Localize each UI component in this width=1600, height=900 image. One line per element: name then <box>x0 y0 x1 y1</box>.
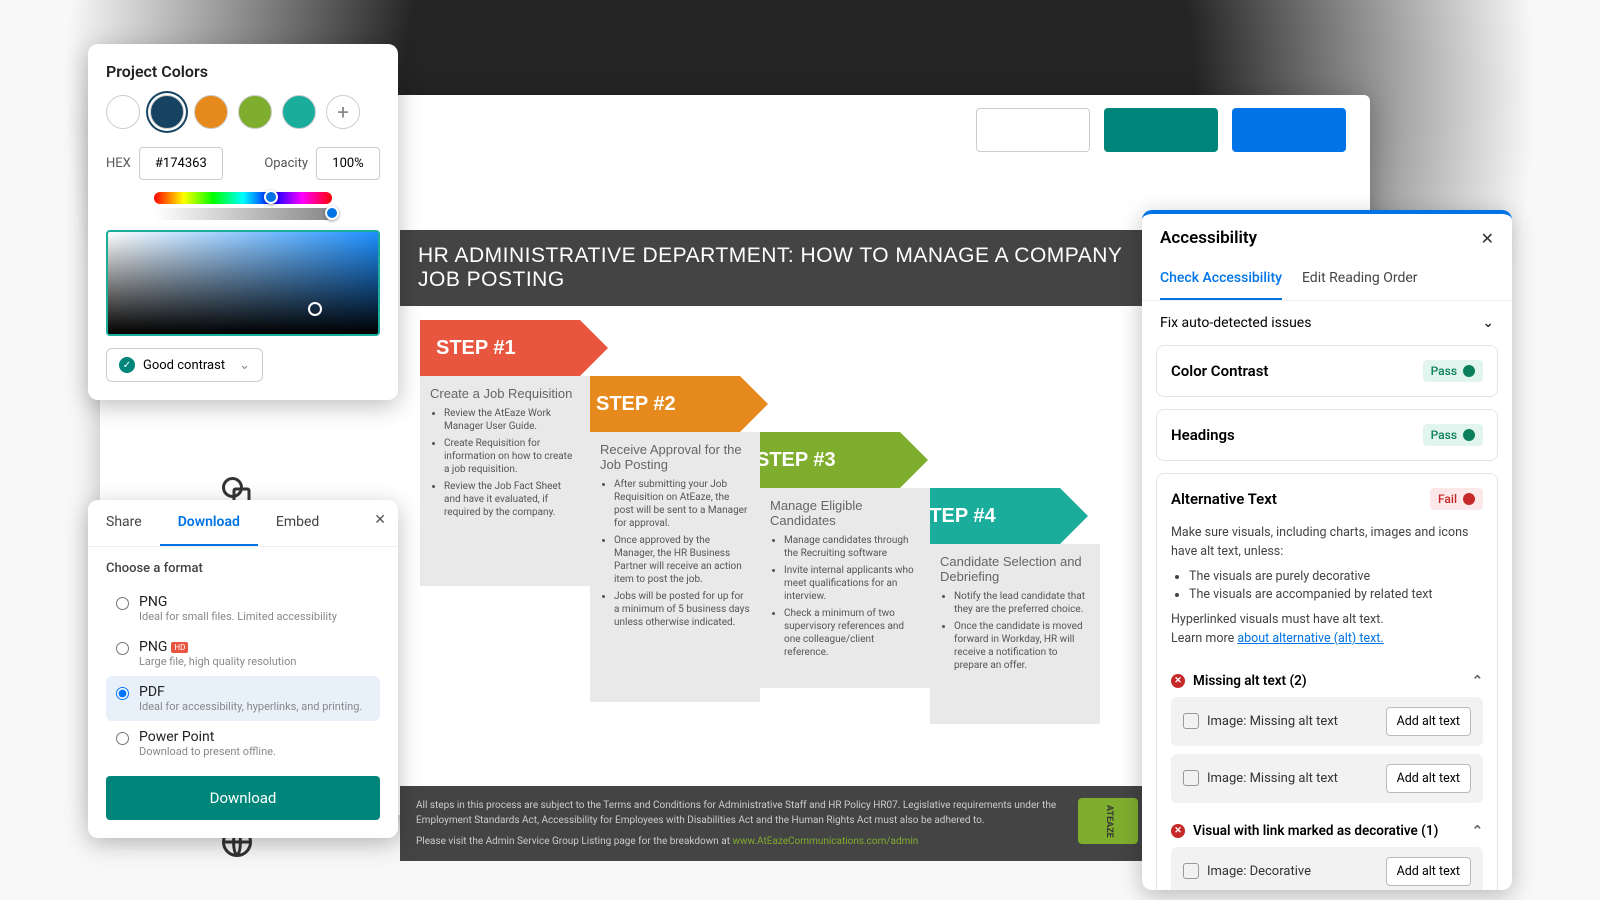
download-tabs: Share Download Embed ✕ <box>88 500 398 547</box>
issue-group: ✕Missing alt text (2)⌃ Image: Missing alt… <box>1157 663 1497 813</box>
swatch-green[interactable] <box>238 95 272 129</box>
toolbar-button-teal[interactable] <box>1104 108 1218 152</box>
issue-group: ✕Visual with link marked as decorative (… <box>1157 813 1497 891</box>
swatch-teal[interactable] <box>282 95 316 129</box>
chevron-up-icon: ⌃ <box>1472 673 1483 689</box>
image-icon <box>1183 863 1199 879</box>
step-col-2: Receive Approval for the Job Posting Aft… <box>590 432 760 702</box>
toolbar-button-outline[interactable] <box>976 108 1090 152</box>
add-alt-text-button[interactable]: Add alt text <box>1386 707 1471 736</box>
tab-share[interactable]: Share <box>88 500 160 546</box>
toolbar-button-blue[interactable] <box>1232 108 1346 152</box>
swatch-white[interactable] <box>106 95 140 129</box>
step-col-1: Create a Job Requisition Review the AtEa… <box>420 376 590 586</box>
swatch-orange[interactable] <box>194 95 228 129</box>
error-icon: ✕ <box>1171 674 1185 688</box>
a11y-title: Accessibility <box>1160 228 1257 248</box>
chevron-down-icon: ⌄ <box>1482 315 1494 331</box>
add-alt-text-button[interactable]: Add alt text <box>1386 764 1471 793</box>
tab-download[interactable]: Download <box>160 500 258 546</box>
tab-check-accessibility[interactable]: Check Accessibility <box>1160 262 1282 300</box>
swatch-navy[interactable] <box>150 95 184 129</box>
step-arrow-3: STEP #3 <box>740 432 900 488</box>
hex-input[interactable] <box>139 147 223 180</box>
saturation-box[interactable] <box>106 230 380 336</box>
image-icon <box>1183 713 1199 729</box>
ateaze-logo: ATEAZE <box>1078 798 1138 844</box>
colors-title: Project Colors <box>106 62 380 81</box>
download-panel: Share Download Embed ✕ Choose a format P… <box>88 500 398 838</box>
issue-row: Image: DecorativeAdd alt text <box>1171 847 1483 891</box>
accessibility-panel: Accessibility ✕ Check Accessibility Edit… <box>1142 210 1512 890</box>
tab-embed[interactable]: Embed <box>258 500 337 546</box>
infographic-title: HR ADMINISTRATIVE DEPARTMENT: HOW TO MAN… <box>400 230 1150 306</box>
step-row: STEP #1 STEP #2 STEP #3 STEP #4 Create a… <box>400 320 1150 780</box>
step-arrow-1: STEP #1 <box>420 320 580 376</box>
fail-badge: Fail <box>1430 488 1483 510</box>
learn-more-link[interactable]: about alternative (alt) text. <box>1237 631 1383 646</box>
format-option-pdf[interactable]: PDFIdeal for accessibility, hyperlinks, … <box>106 676 380 721</box>
opacity-slider[interactable] <box>154 208 332 220</box>
hue-slider[interactable] <box>154 192 332 204</box>
hex-label: HEX <box>106 156 131 171</box>
alt-text-group: Alternative Text Fail Make sure visuals,… <box>1156 473 1498 890</box>
contrast-chip[interactable]: ✓ Good contrast ⌄ <box>106 348 263 382</box>
format-option-png[interactable]: PNGIdeal for small files. Limited access… <box>106 586 380 631</box>
issue-header[interactable]: ✕Missing alt text (2)⌃ <box>1171 673 1483 689</box>
tab-edit-reading-order[interactable]: Edit Reading Order <box>1302 262 1418 300</box>
swatch-add[interactable]: + <box>326 95 360 129</box>
issue-header[interactable]: ✕Visual with link marked as decorative (… <box>1171 823 1483 839</box>
pass-badge: Pass <box>1423 360 1483 382</box>
infographic-footer: All steps in this process are subject to… <box>400 786 1150 861</box>
issue-row: Image: Missing alt textAdd alt text <box>1171 754 1483 803</box>
format-option-png-hd[interactable]: PNGHDLarge file, high quality resolution <box>106 631 380 676</box>
choose-format-label: Choose a format <box>106 561 380 576</box>
chevron-up-icon: ⌃ <box>1472 823 1483 839</box>
color-contrast-group[interactable]: Color Contrast Pass <box>1156 345 1498 397</box>
add-alt-text-button[interactable]: Add alt text <box>1386 857 1471 886</box>
opacity-label: Opacity <box>264 156 308 171</box>
pass-badge: Pass <box>1423 424 1483 446</box>
step-arrow-2: STEP #2 <box>580 376 740 432</box>
image-icon <box>1183 770 1199 786</box>
swatch-row: + <box>106 95 380 129</box>
fix-issues-row[interactable]: Fix auto-detected issues ⌄ <box>1142 301 1512 345</box>
step-col-3: Manage Eligible Candidates Manage candid… <box>760 488 930 688</box>
infographic: HR ADMINISTRATIVE DEPARTMENT: HOW TO MAN… <box>400 230 1150 780</box>
opacity-input[interactable] <box>316 147 380 180</box>
download-button[interactable]: Download <box>106 776 380 820</box>
footer-link[interactable]: www.AtEazeCommunications.com/admin <box>732 836 918 847</box>
chevron-down-icon: ⌄ <box>239 358 250 373</box>
close-icon[interactable]: ✕ <box>1481 229 1494 248</box>
close-icon[interactable]: ✕ <box>374 512 386 528</box>
error-icon: ✕ <box>1171 824 1185 838</box>
step-col-4: Candidate Selection and Debriefing Notif… <box>930 544 1100 724</box>
project-colors-panel: Project Colors + HEX Opacity ✎ ✓ Good co… <box>88 44 398 400</box>
format-option-power-point[interactable]: Power PointDownload to present offline. <box>106 721 380 766</box>
issue-row: Image: Missing alt textAdd alt text <box>1171 697 1483 746</box>
headings-group[interactable]: Headings Pass <box>1156 409 1498 461</box>
